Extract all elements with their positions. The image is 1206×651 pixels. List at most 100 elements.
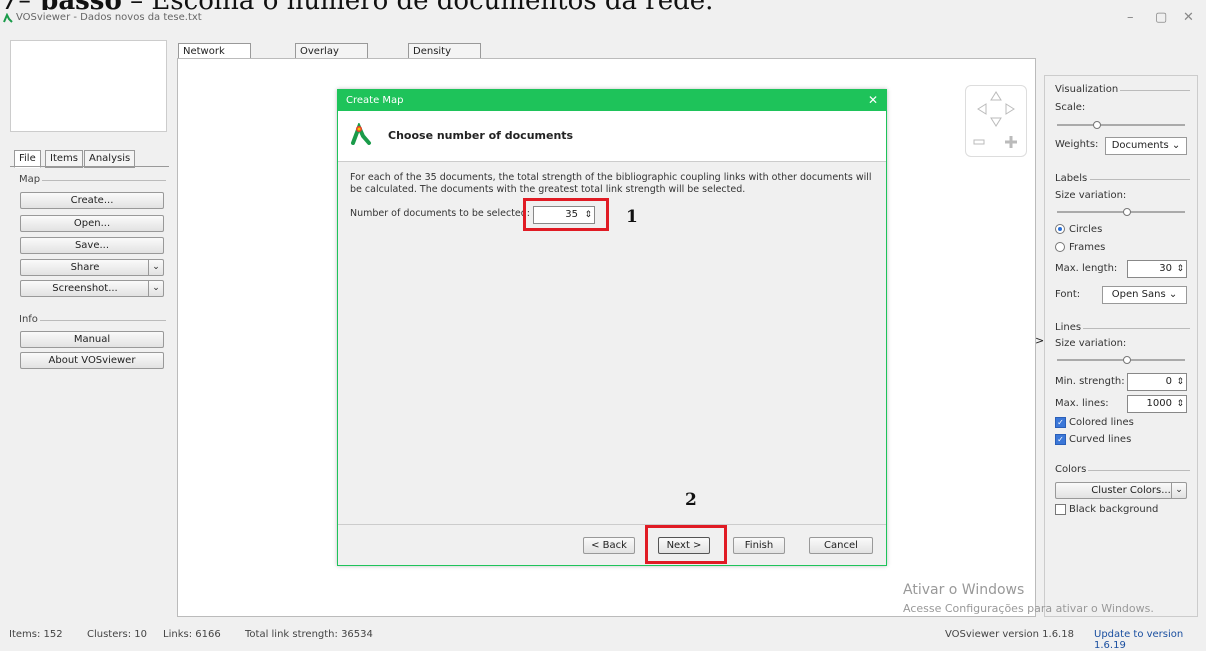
share-button[interactable]: Share ⌄: [20, 259, 164, 276]
labels-size-slider-thumb[interactable]: [1123, 208, 1131, 216]
black-background-label: Black background: [1069, 504, 1159, 515]
chevron-down-icon[interactable]: ⌄: [148, 260, 163, 275]
weights-value: Documents: [1111, 140, 1169, 151]
colors-section-label: Colors: [1055, 464, 1087, 475]
manual-button[interactable]: Manual: [20, 331, 164, 348]
documents-count-label: Number of documents to be selected:: [350, 208, 531, 219]
circles-radio[interactable]: [1055, 224, 1065, 234]
annotation-box-field: [523, 198, 609, 231]
dialog-footer-divider: [338, 524, 886, 525]
black-background-checkbox[interactable]: [1055, 504, 1066, 515]
max-length-label: Max. length:: [1055, 263, 1118, 274]
max-length-stepper[interactable]: 30 ⇕: [1127, 260, 1187, 278]
lines-section-label: Lines: [1055, 322, 1082, 333]
annotation-number-2: 2: [685, 490, 697, 510]
window-title: VOSviewer - Dados novos da tese.txt: [16, 12, 202, 23]
stepper-arrows-icon[interactable]: ⇕: [1176, 374, 1184, 390]
dialog-description: For each of the 35 documents, the total …: [350, 172, 872, 195]
scale-slider[interactable]: [1057, 121, 1185, 129]
close-icon[interactable]: ✕: [1183, 10, 1194, 25]
labels-section-label: Labels: [1055, 173, 1088, 184]
labels-divider: [1090, 179, 1190, 180]
weights-select[interactable]: Documents ⌄: [1105, 137, 1187, 155]
status-version: VOSviewer version 1.6.18: [945, 629, 1074, 640]
file-panel: Map Create... Open... Save... Share ⌄ Sc…: [10, 166, 169, 617]
curved-lines-label: Curved lines: [1069, 434, 1132, 445]
map-section-label: Map: [19, 174, 41, 185]
settings-panel: Visualization Scale: Weights: Documents …: [1044, 75, 1198, 617]
circles-label: Circles: [1069, 224, 1103, 235]
font-value: Open Sans: [1111, 289, 1166, 300]
cluster-colors-button[interactable]: Cluster Colors... ⌄: [1055, 482, 1187, 499]
map-divider: [42, 180, 166, 181]
dialog-title: Create Map: [346, 95, 404, 106]
dialog-close-icon[interactable]: ✕: [868, 90, 878, 111]
save-button[interactable]: Save...: [20, 237, 164, 254]
pan-zoom-icon[interactable]: [966, 86, 1026, 156]
visualization-divider: [1120, 90, 1190, 91]
status-items: Items: 152: [9, 629, 63, 640]
status-total-link-strength: Total link strength: 36534: [245, 629, 373, 640]
labels-size-variation-label: Size variation:: [1055, 190, 1127, 201]
cluster-colors-label: Cluster Colors...: [1091, 485, 1171, 496]
back-button[interactable]: < Back: [583, 537, 635, 554]
max-lines-stepper[interactable]: 1000 ⇕: [1127, 395, 1187, 413]
weights-label: Weights:: [1055, 139, 1099, 150]
labels-size-slider[interactable]: [1057, 208, 1185, 216]
min-strength-value: 0: [1165, 376, 1172, 387]
max-lines-value: 1000: [1146, 398, 1172, 409]
curved-lines-checkbox[interactable]: ✓: [1055, 434, 1066, 445]
font-select[interactable]: Open Sans ⌄: [1102, 286, 1187, 304]
screenshot-label: Screenshot...: [52, 283, 118, 294]
scale-slider-thumb[interactable]: [1093, 121, 1101, 129]
dialog-titlebar: Create Map ✕: [338, 90, 886, 111]
tutorial-heading: 7º passo – Escolha o número de documento…: [0, 0, 1206, 10]
chevron-down-icon[interactable]: ⌄: [148, 281, 163, 296]
activation-watermark-title: Ativar o Windows: [903, 582, 1025, 598]
stepper-arrows-icon[interactable]: ⇕: [1176, 261, 1184, 277]
frames-radio[interactable]: [1055, 242, 1065, 252]
stepper-arrows-icon[interactable]: ⇕: [1176, 396, 1184, 412]
chevron-down-icon: ⌄: [1171, 140, 1181, 151]
max-length-value: 30: [1159, 263, 1172, 274]
colored-lines-checkbox[interactable]: ✓: [1055, 417, 1066, 428]
lines-size-slider[interactable]: [1057, 356, 1185, 364]
min-strength-stepper[interactable]: 0 ⇕: [1127, 373, 1187, 391]
cancel-button[interactable]: Cancel: [809, 537, 873, 554]
create-button[interactable]: Create...: [20, 192, 164, 209]
info-divider: [40, 320, 166, 321]
window-titlebar: VOSviewer - Dados novos da tese.txt – ▢ …: [0, 10, 1206, 28]
about-button[interactable]: About VOSviewer: [20, 352, 164, 369]
lines-size-variation-label: Size variation:: [1055, 338, 1127, 349]
update-link[interactable]: Update to version 1.6.19: [1094, 629, 1206, 651]
chevron-down-icon: ⌄: [1168, 289, 1178, 300]
heading-text: – Escolha o número de documentos da rede…: [130, 0, 713, 10]
scale-label: Scale:: [1055, 102, 1086, 113]
lines-size-slider-thumb[interactable]: [1123, 356, 1131, 364]
lines-divider: [1083, 328, 1190, 329]
activation-watermark-text: Acesse Configurações para ativar o Windo…: [903, 602, 1154, 615]
maximize-icon[interactable]: ▢: [1155, 10, 1167, 25]
font-label: Font:: [1055, 289, 1081, 300]
status-bar: Items: 152 Clusters: 10 Links: 6166 Tota…: [0, 625, 1206, 651]
vosviewer-map-icon: [351, 123, 371, 145]
colored-lines-label: Colored lines: [1069, 417, 1134, 428]
share-label: Share: [70, 262, 100, 273]
annotation-box-next: [645, 525, 727, 564]
navigation-widget[interactable]: [965, 85, 1027, 157]
open-button[interactable]: Open...: [20, 215, 164, 232]
status-clusters: Clusters: 10: [87, 629, 147, 640]
collapse-panel-icon[interactable]: >: [1035, 334, 1044, 347]
minimize-icon[interactable]: –: [1127, 10, 1134, 25]
chevron-down-icon[interactable]: ⌄: [1171, 483, 1186, 498]
frames-label: Frames: [1069, 242, 1106, 253]
info-section-label: Info: [19, 314, 38, 325]
finish-button[interactable]: Finish: [733, 537, 785, 554]
annotation-number-1: 1: [626, 207, 638, 227]
screenshot-button[interactable]: Screenshot... ⌄: [20, 280, 164, 297]
colors-divider: [1088, 470, 1190, 471]
vosviewer-logo-icon: [3, 13, 13, 23]
overview-panel: [10, 40, 167, 132]
heading-step: 7º passo: [0, 0, 122, 10]
create-map-dialog: Create Map ✕ Choose number of documents …: [337, 89, 887, 566]
